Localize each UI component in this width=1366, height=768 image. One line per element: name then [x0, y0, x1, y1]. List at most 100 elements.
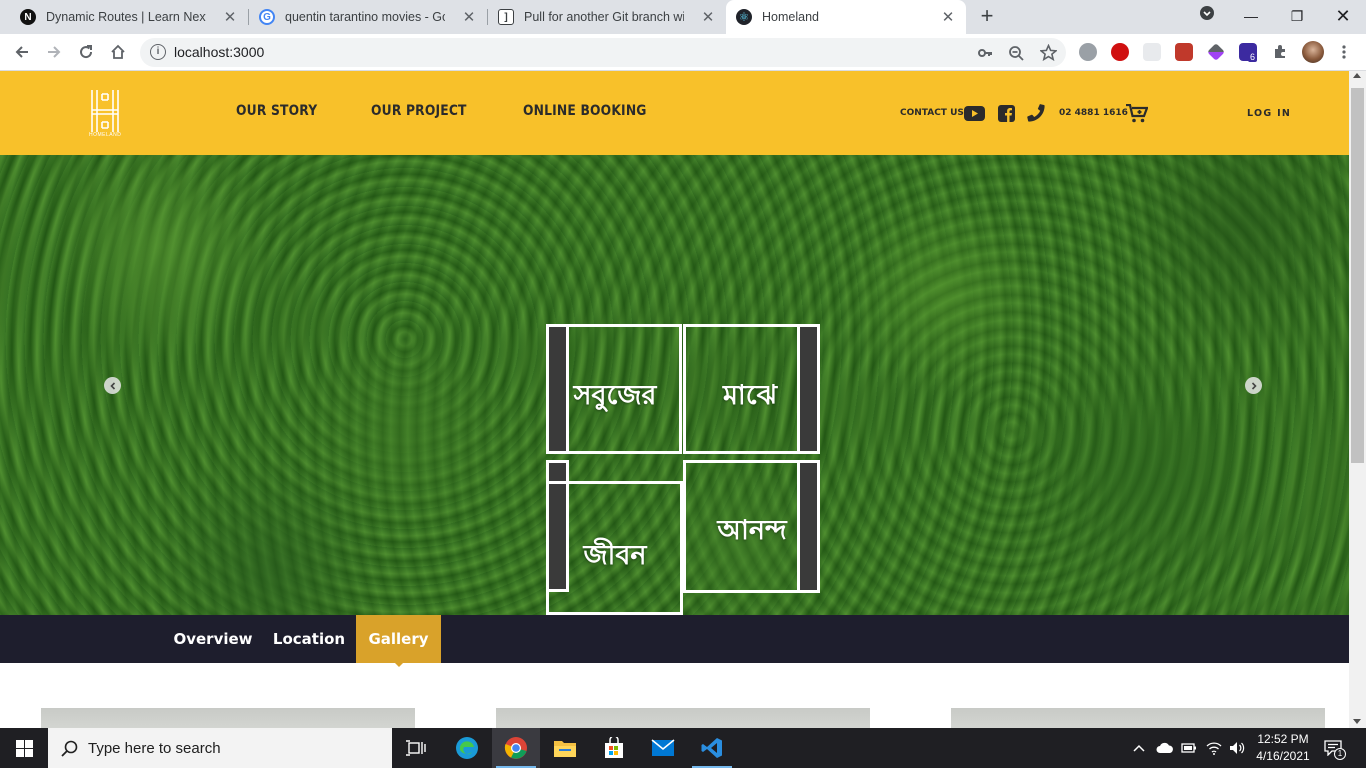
onedrive-tray-icon[interactable] [1156, 728, 1174, 768]
arrow-right-icon [48, 46, 61, 58]
minimize-button[interactable]: — [1239, 4, 1263, 28]
chevron-left-icon [109, 381, 115, 390]
battery-tray-icon[interactable] [1181, 728, 1197, 768]
notification-center-button[interactable]: 1 [1324, 728, 1346, 768]
wifi-icon [1206, 742, 1222, 755]
zoom-out-icon[interactable] [1008, 45, 1024, 61]
battery-icon [1181, 743, 1196, 753]
tab-search-button[interactable] [1195, 4, 1219, 28]
chevron-right-icon [1251, 381, 1257, 390]
extensions-button[interactable] [1268, 40, 1292, 64]
browser-tab[interactable]: ] Pull for another Git branch witho ✕ [488, 0, 726, 34]
avatar[interactable] [1302, 41, 1324, 63]
window-close-button[interactable]: ✕ [1331, 4, 1355, 28]
chrome-icon [504, 737, 527, 759]
carousel-next-button[interactable] [1245, 377, 1262, 394]
mail-taskbar-app[interactable] [639, 728, 687, 768]
forward-button[interactable] [42, 40, 66, 64]
youtube-icon[interactable] [963, 102, 985, 124]
bookmark-star-icon[interactable] [1040, 44, 1057, 61]
tab-title: Pull for another Git branch witho [524, 10, 684, 24]
contact-us-link[interactable]: CONTACT US [900, 108, 964, 118]
gallery-image[interactable] [951, 708, 1325, 728]
extension-badge: 6 [1248, 52, 1258, 62]
gitkraken-icon: ] [498, 9, 514, 25]
chrome-taskbar-app[interactable] [492, 728, 540, 768]
gallery-image[interactable] [41, 708, 415, 728]
browser-tab[interactable]: N Dynamic Routes | Learn Next.js ✕ [10, 0, 248, 34]
tile-bar [797, 324, 820, 454]
nextjs-icon: N [20, 9, 36, 25]
globe-extension-icon[interactable] [1079, 43, 1097, 61]
hero-word: সবুজের [573, 380, 657, 411]
site-header: HOMELAND OUR STORY OUR PROJECT ONLINE BO… [0, 71, 1349, 155]
tab-gallery[interactable]: Gallery [356, 615, 441, 663]
key-icon[interactable] [977, 45, 993, 61]
arrow-left-icon [15, 46, 28, 58]
search-placeholder: Type here to search [88, 739, 221, 757]
eyedropper-extension-icon[interactable] [1207, 43, 1225, 61]
cart-icon[interactable] [1126, 102, 1148, 124]
edge-taskbar-app[interactable] [443, 728, 491, 768]
facebook-icon[interactable] [997, 102, 1015, 124]
scrollbar-thumb[interactable] [1351, 88, 1364, 463]
nav-our-story[interactable]: OUR STORY [236, 103, 317, 119]
scroll-down-arrow[interactable] [1353, 719, 1361, 724]
active-tab-indicator [393, 661, 405, 667]
browser-tab-active[interactable]: ⚛ Homeland ✕ [726, 0, 966, 34]
picture-extension-icon[interactable] [1175, 43, 1193, 61]
mail-icon [651, 739, 675, 756]
tab-overview[interactable]: Overview [168, 615, 258, 663]
tab-title: Homeland [762, 10, 819, 24]
file-explorer-taskbar-app[interactable] [541, 728, 589, 768]
adblock-extension-icon[interactable] [1111, 43, 1129, 61]
gallery-image[interactable] [496, 708, 870, 728]
phone-number[interactable]: 02 4881 1616 [1059, 108, 1128, 118]
scroll-up-arrow[interactable] [1353, 73, 1361, 78]
close-icon[interactable]: ✕ [940, 8, 956, 26]
nav-our-project[interactable]: OUR PROJECT [371, 103, 467, 119]
back-button[interactable] [10, 40, 34, 64]
home-button[interactable] [106, 40, 130, 64]
react-devtools-extension-icon[interactable]: 6 [1239, 43, 1258, 62]
kebab-menu-icon [1342, 45, 1346, 59]
volume-tray-icon[interactable] [1229, 728, 1245, 768]
close-icon[interactable]: ✕ [222, 8, 238, 26]
taskbar-clock[interactable]: 12:52 PM 4/16/2021 [1254, 731, 1312, 765]
start-button[interactable] [0, 728, 48, 768]
maximize-button[interactable]: ❐ [1285, 4, 1309, 28]
store-taskbar-app[interactable] [590, 728, 638, 768]
hero-carousel: সবুজের মাঝে জীবন আনন্দ [0, 155, 1349, 615]
browser-tab[interactable]: G quentin tarantino movies - Goog ✕ [249, 0, 487, 34]
login-link[interactable]: LOG IN [1247, 108, 1291, 119]
browser-tab-strip: N Dynamic Routes | Learn Next.js ✕ G que… [0, 0, 1366, 34]
chevron-up-icon [1133, 744, 1145, 752]
nav-online-booking[interactable]: ONLINE BOOKING [523, 103, 647, 119]
wifi-tray-icon[interactable] [1206, 728, 1222, 768]
close-icon[interactable]: ✕ [700, 8, 716, 26]
chevron-down-icon [1200, 6, 1214, 20]
phone-icon[interactable] [1026, 102, 1046, 124]
search-icon [61, 740, 78, 757]
show-hidden-icons-button[interactable] [1133, 728, 1145, 768]
vscode-icon [701, 738, 722, 758]
close-icon[interactable]: ✕ [461, 8, 477, 26]
new-tab-button[interactable]: + [976, 5, 998, 27]
carousel-prev-button[interactable] [104, 377, 121, 394]
extension-icon[interactable] [1143, 43, 1161, 61]
info-icon[interactable]: i [150, 44, 166, 60]
homeland-logo[interactable] [89, 88, 121, 138]
tab-title: Dynamic Routes | Learn Next.js [46, 10, 206, 24]
hero-word: জীবন [583, 540, 647, 571]
hero-word: মাঝে [722, 380, 778, 411]
page-scrollbar[interactable] [1349, 71, 1366, 728]
tab-location[interactable]: Location [264, 615, 354, 663]
taskbar-search-box[interactable]: Type here to search [48, 728, 392, 768]
address-bar[interactable]: i localhost:3000 [140, 38, 1066, 67]
reload-button[interactable] [74, 40, 98, 64]
task-view-icon [406, 740, 426, 756]
menu-button[interactable] [1332, 40, 1356, 64]
speaker-icon [1230, 742, 1245, 754]
vscode-taskbar-app[interactable] [688, 728, 736, 768]
task-view-button[interactable] [392, 728, 440, 768]
